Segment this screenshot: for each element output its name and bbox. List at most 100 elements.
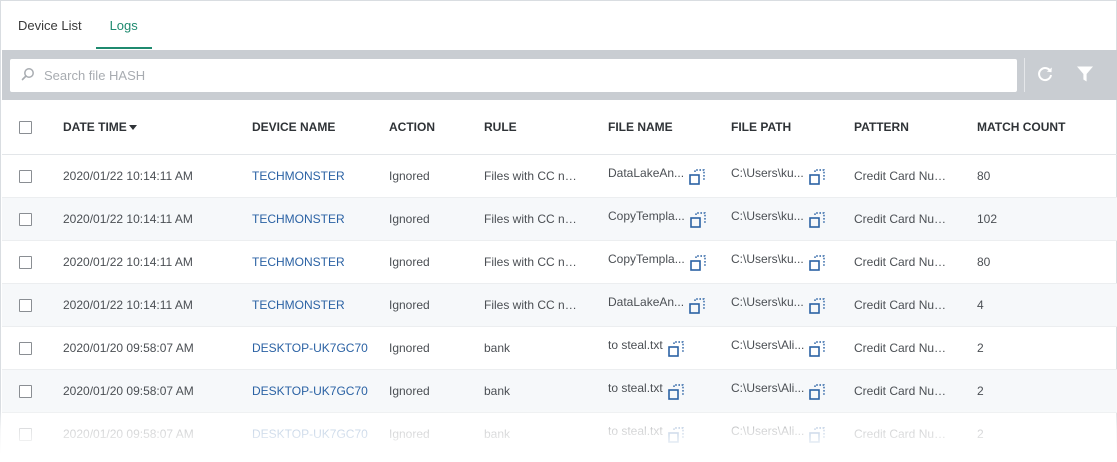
copy-file-name-icon[interactable] — [667, 383, 685, 401]
copy-file-path-icon[interactable] — [808, 340, 826, 358]
rule-cell: bank — [484, 369, 608, 413]
copy-file-path-icon[interactable] — [808, 254, 826, 272]
file-path-cell: C:\Users\Ali... — [731, 326, 854, 370]
file-name-cell: to steal.txt — [608, 326, 731, 370]
row-checkbox[interactable] — [19, 384, 32, 398]
date-time-cell: 2020/01/20 09:58:07 AM — [63, 326, 252, 370]
header-rule[interactable]: RULE — [484, 100, 608, 155]
pattern-text: Credit Card Num... — [854, 297, 954, 312]
file-name-cell: DataLakeAn... — [608, 154, 731, 198]
rule-cell: Files with CC nu... — [484, 240, 608, 284]
header-select-all[interactable] — [2, 100, 63, 155]
table-row[interactable]: 2020/01/20 09:58:07 AM DESKTOP-UK7GC70 Ign… — [2, 369, 1117, 413]
copy-file-name-icon[interactable] — [689, 211, 707, 229]
table-row[interactable]: 2020/01/20 09:58:07 AM DESKTOP-UK7GC70 Ign… — [2, 412, 1117, 456]
copy-file-path-icon[interactable] — [808, 297, 826, 315]
device-name-link[interactable]: DESKTOP-UK7GC70 — [252, 427, 368, 441]
copy-file-path-icon[interactable] — [808, 211, 826, 229]
file-path-cell: C:\Users\Ali... — [731, 412, 854, 456]
header-pattern[interactable]: PATTERN — [854, 100, 977, 155]
header-file-name[interactable]: FILE NAME — [608, 100, 731, 155]
file-path-text: C:\Users\ku... — [731, 294, 804, 309]
action-cell: Ignored — [389, 326, 484, 370]
rule-cell: bank — [484, 326, 608, 370]
select-all-checkbox[interactable] — [19, 120, 32, 134]
refresh-button[interactable] — [1025, 55, 1065, 95]
row-checkbox[interactable] — [19, 169, 32, 183]
row-checkbox[interactable] — [19, 298, 32, 312]
header-match-count[interactable]: MATCH COUNT — [977, 100, 1117, 155]
rule-text: Files with CC nu... — [484, 211, 578, 226]
row-checkbox[interactable] — [19, 427, 32, 441]
pattern-text: Credit Card Num... — [854, 383, 954, 398]
table-row[interactable]: 2020/01/22 10:14:11 AM TECHMONSTER Ignored… — [2, 240, 1117, 284]
copy-file-name-icon[interactable] — [688, 168, 706, 186]
device-name-cell: TECHMONSTER — [252, 197, 389, 241]
refresh-icon — [1035, 64, 1055, 87]
file-name-cell: DataLakeAn... — [608, 283, 731, 327]
match-count-cell: 2 — [977, 326, 1117, 370]
device-name-link[interactable]: TECHMONSTER — [252, 255, 345, 269]
pattern-cell: Credit Card Num... — [854, 240, 977, 284]
rule-cell: bank — [484, 412, 608, 456]
header-action[interactable]: ACTION — [389, 100, 484, 155]
file-path-text: C:\Users\ku... — [731, 251, 804, 266]
row-select-cell — [2, 240, 63, 284]
table-row[interactable]: 2020/01/22 10:14:11 AM TECHMONSTER Ignored… — [2, 197, 1117, 241]
pattern-cell: Credit Card Num... — [854, 154, 977, 198]
file-name-cell: CopyTempla... — [608, 240, 731, 284]
copy-file-name-icon[interactable] — [689, 254, 707, 272]
pattern-text: Credit Card Num... — [854, 340, 954, 355]
file-name-text: DataLakeAn... — [608, 294, 685, 309]
copy-file-path-icon[interactable] — [808, 383, 826, 401]
header-device-name[interactable]: DEVICE NAME — [252, 100, 389, 155]
copy-file-path-icon[interactable] — [808, 168, 826, 186]
action-cell: Ignored — [389, 283, 484, 327]
logs-panel: Device List Logs D — [0, 0, 1117, 462]
row-checkbox[interactable] — [19, 212, 32, 226]
row-checkbox[interactable] — [19, 255, 32, 269]
row-select-cell — [2, 369, 63, 413]
tab-device-list[interactable]: Device List — [4, 1, 96, 49]
table-row[interactable]: 2020/01/22 10:14:11 AM TECHMONSTER Ignored… — [2, 154, 1117, 198]
filter-button[interactable] — [1065, 55, 1105, 95]
device-name-link[interactable]: DESKTOP-UK7GC70 — [252, 341, 368, 355]
device-name-link[interactable]: TECHMONSTER — [252, 169, 345, 183]
row-select-cell — [2, 326, 63, 370]
sort-desc-icon — [128, 125, 137, 131]
device-name-cell: DESKTOP-UK7GC70 — [252, 369, 389, 413]
filter-icon — [1075, 64, 1095, 87]
file-name-cell: to steal.txt — [608, 369, 731, 413]
row-checkbox[interactable] — [19, 341, 32, 355]
file-name-text: CopyTempla... — [608, 251, 685, 266]
date-time-cell: 2020/01/20 09:58:07 AM — [63, 369, 252, 413]
match-count-cell: 102 — [977, 197, 1117, 241]
device-name-cell: TECHMONSTER — [252, 283, 389, 327]
file-name-text: CopyTempla... — [608, 208, 685, 223]
table-row[interactable]: 2020/01/20 09:58:07 AM DESKTOP-UK7GC70 Ign… — [2, 326, 1117, 370]
tab-logs[interactable]: Logs — [95, 1, 152, 49]
row-select-cell — [2, 412, 63, 456]
file-path-text: C:\Users\Ali... — [731, 423, 805, 438]
table-row[interactable]: 2020/01/22 10:14:11 AM TECHMONSTER Ignored… — [2, 283, 1117, 327]
device-name-cell: TECHMONSTER — [252, 154, 389, 198]
date-time-cell: 2020/01/22 10:14:11 AM — [63, 240, 252, 284]
search-input[interactable] — [44, 67, 944, 83]
device-name-link[interactable]: TECHMONSTER — [252, 212, 345, 226]
action-cell: Ignored — [389, 240, 484, 284]
copy-file-name-icon[interactable] — [667, 340, 685, 358]
device-name-link[interactable]: TECHMONSTER — [252, 298, 345, 312]
copy-file-name-icon[interactable] — [688, 297, 706, 315]
rule-text: bank — [484, 340, 511, 355]
row-select-cell — [2, 197, 63, 241]
pattern-text: Credit Card Num... — [854, 254, 954, 269]
device-name-cell: DESKTOP-UK7GC70 — [252, 326, 389, 370]
action-cell: Ignored — [389, 154, 484, 198]
header-date-time[interactable]: DATE TIME — [63, 100, 252, 155]
header-file-path[interactable]: FILE PATH — [731, 100, 854, 155]
copy-file-name-icon[interactable] — [667, 426, 685, 444]
device-name-link[interactable]: DESKTOP-UK7GC70 — [252, 384, 368, 398]
logs-table: DATE TIME DEVICE NAME ACTION RULE FILE N… — [2, 100, 1117, 456]
date-time-cell: 2020/01/22 10:14:11 AM — [63, 154, 252, 198]
copy-file-path-icon[interactable] — [808, 426, 826, 444]
